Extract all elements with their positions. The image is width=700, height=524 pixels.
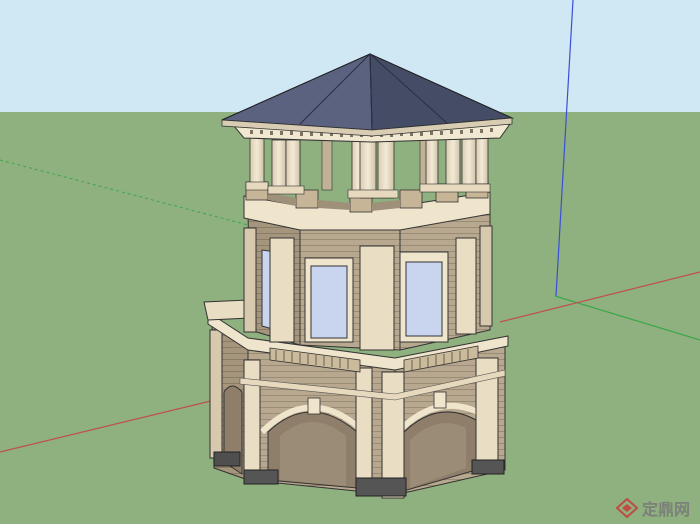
- diamond-logo-icon: [615, 498, 638, 518]
- upper-tower: [243, 179, 493, 351]
- watermark-text: 定鼎网: [641, 500, 690, 519]
- 3d-model-viewport: [0, 0, 700, 524]
- watermark: 定鼎网: [615, 496, 690, 520]
- colonnade: [245, 135, 491, 199]
